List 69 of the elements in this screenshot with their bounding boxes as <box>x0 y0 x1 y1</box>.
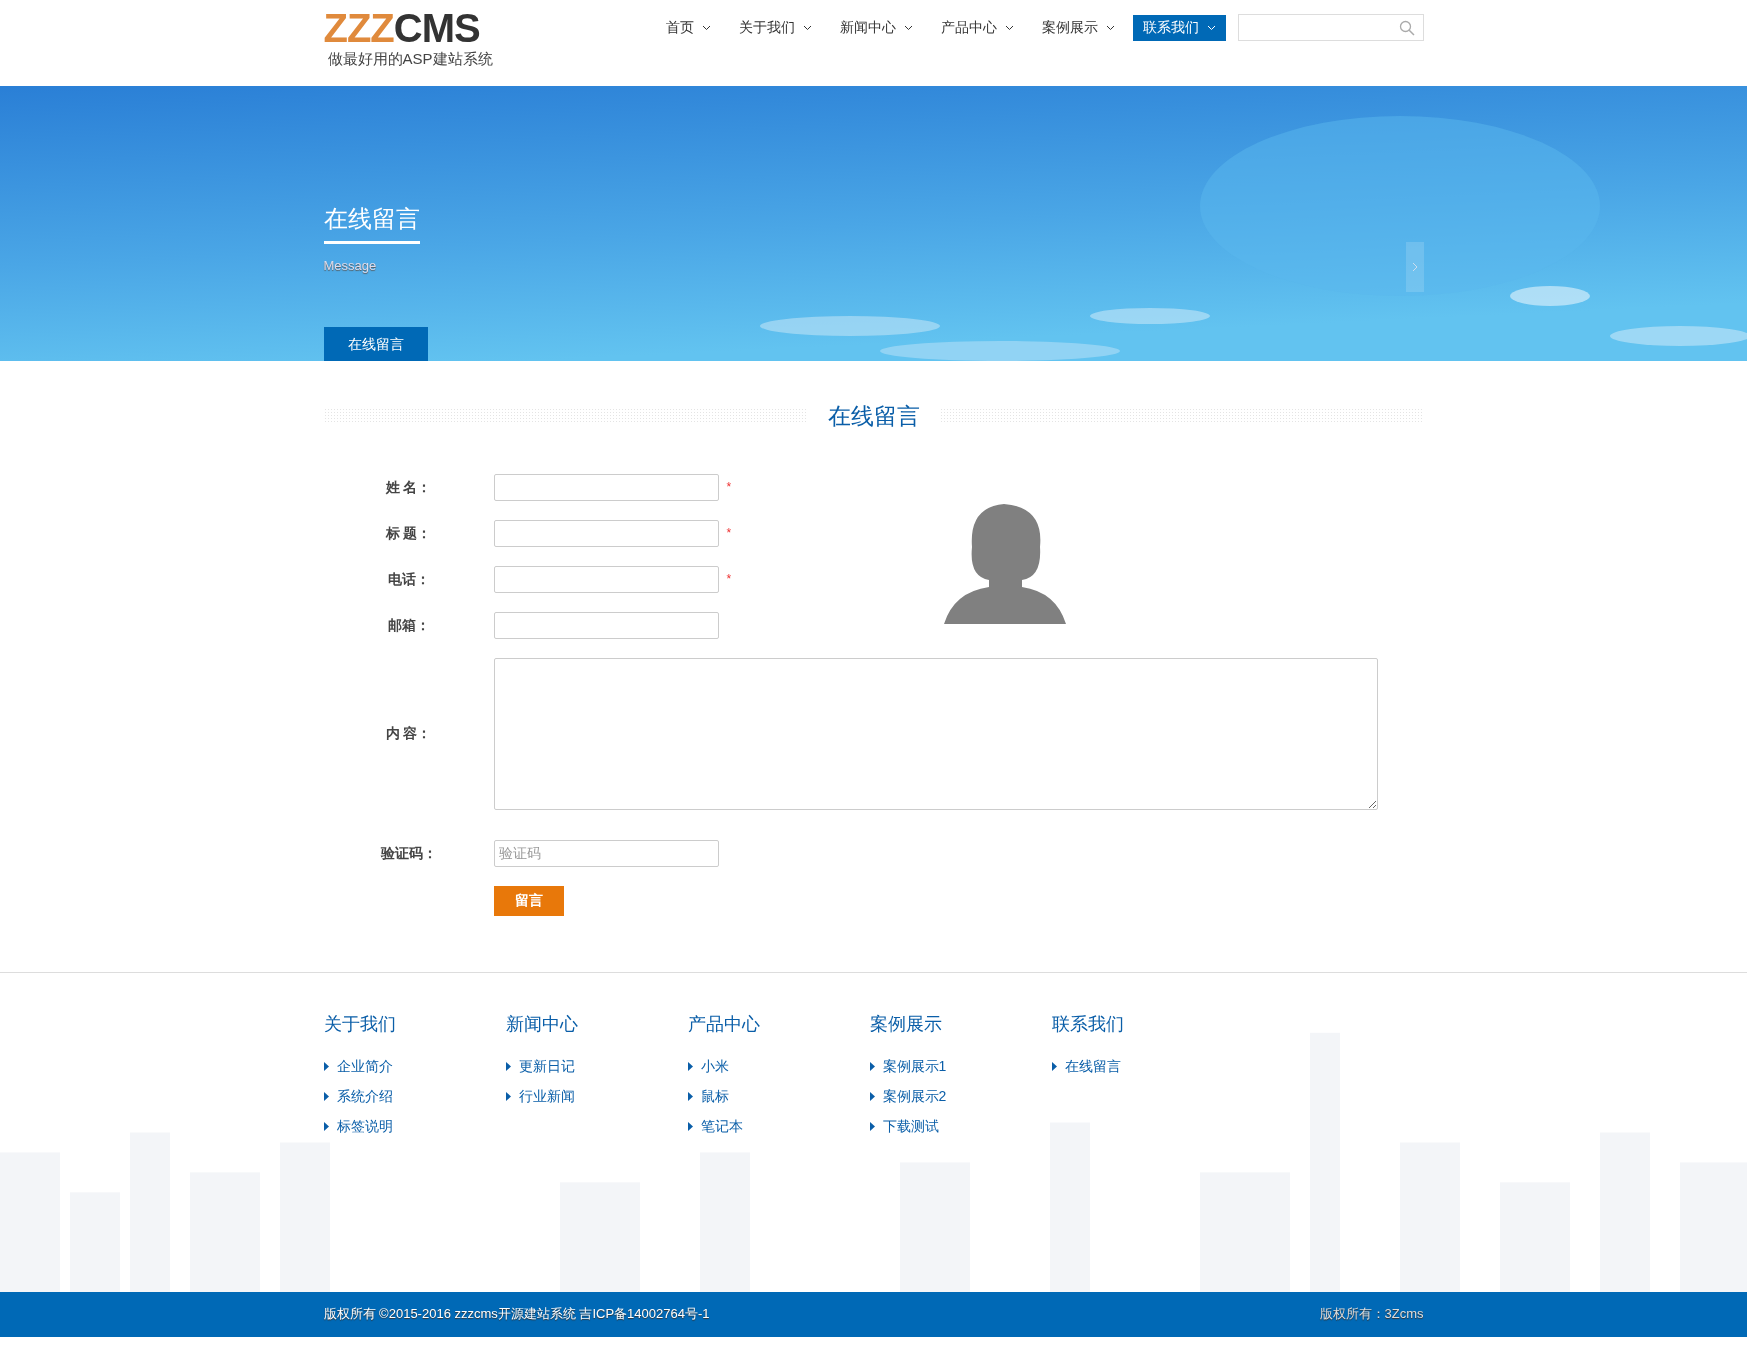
chevron-right-icon[interactable] <box>1411 262 1418 272</box>
footer-link[interactable]: 笔记本 <box>700 1116 743 1137</box>
footer-heading: 关于我们 <box>323 1012 397 1036</box>
footer-heading: 新闻中心 <box>505 1012 579 1036</box>
footer-link[interactable]: 标签说明 <box>336 1116 393 1137</box>
content-field[interactable] <box>493 657 1378 810</box>
field-label: 邮箱： <box>386 615 431 635</box>
caret-right-icon <box>869 1122 875 1131</box>
banner-tab[interactable]: 在线留言 <box>323 327 428 361</box>
input-field[interactable]: 验证码 <box>493 839 719 867</box>
footer-link[interactable]: 更新日记 <box>518 1056 575 1077</box>
logo[interactable]: ZZZCMS <box>323 8 493 48</box>
footer-heading: 联系我们 <box>1051 1012 1125 1036</box>
nav-item[interactable]: 产品中心 <box>930 14 1024 41</box>
field-label: 内 容： <box>384 724 433 743</box>
field-label: 姓 名： <box>384 477 433 497</box>
chevron-down-icon <box>701 24 711 31</box>
banner-title: 在线留言 <box>323 201 420 244</box>
required-mark: * <box>726 525 732 542</box>
footer-link[interactable]: 行业新闻 <box>518 1086 575 1107</box>
section-title: 在线留言 <box>827 402 920 431</box>
caret-right-icon <box>505 1062 511 1071</box>
input-field[interactable] <box>493 565 719 593</box>
caret-right-icon <box>1051 1062 1057 1071</box>
nav-item[interactable]: 首页 <box>655 14 721 41</box>
banner-subtitle: Message <box>323 257 377 275</box>
caret-right-icon <box>323 1092 329 1101</box>
field-label: 电话： <box>386 569 431 589</box>
footer-link[interactable]: 案例展示2 <box>882 1086 947 1107</box>
nav-item[interactable]: 案例展示 <box>1031 14 1125 41</box>
footer-link[interactable]: 系统介绍 <box>336 1086 393 1107</box>
nav-item[interactable]: 联系我们 <box>1132 14 1226 41</box>
caret-right-icon <box>869 1062 875 1071</box>
field-label: 标 题： <box>384 523 433 543</box>
required-mark: * <box>726 479 732 496</box>
caret-right-icon <box>323 1122 329 1131</box>
footer-link[interactable]: 企业简介 <box>336 1056 393 1077</box>
input-field[interactable] <box>493 473 719 501</box>
input-field[interactable] <box>493 519 719 547</box>
caret-right-icon <box>687 1122 693 1131</box>
footer-heading: 产品中心 <box>687 1012 761 1036</box>
caret-right-icon <box>323 1062 329 1071</box>
nav-item[interactable]: 关于我们 <box>728 14 822 41</box>
avatar-icon <box>943 501 1066 624</box>
search-icon[interactable] <box>1398 19 1415 36</box>
footer-link[interactable]: 在线留言 <box>1064 1056 1121 1077</box>
caret-right-icon <box>505 1092 511 1101</box>
field-label: 验证码： <box>379 843 438 863</box>
caret-right-icon <box>687 1062 693 1071</box>
footer-heading: 案例展示 <box>869 1012 943 1036</box>
nav-item[interactable]: 新闻中心 <box>829 14 923 41</box>
slider-next-button[interactable] <box>1405 242 1424 292</box>
footer-link[interactable]: 下载测试 <box>882 1116 939 1137</box>
chevron-down-icon <box>1004 24 1014 31</box>
required-mark: * <box>726 571 732 588</box>
chevron-down-icon <box>802 24 812 31</box>
chevron-down-icon <box>1206 24 1216 31</box>
chevron-down-icon <box>903 24 913 31</box>
copyright-owner: 版权所有：3Zcms <box>1319 1305 1424 1324</box>
input-field[interactable] <box>493 611 719 639</box>
caret-right-icon <box>687 1092 693 1101</box>
search-field[interactable] <box>1237 14 1424 41</box>
footer-link[interactable]: 案例展示1 <box>882 1056 947 1077</box>
chevron-down-icon <box>1105 24 1115 31</box>
footer-link[interactable]: 小米 <box>700 1056 729 1077</box>
footer-link[interactable]: 鼠标 <box>700 1086 729 1107</box>
logo-tagline: 做最好用的ASP建站系统 <box>327 49 493 69</box>
caret-right-icon <box>869 1092 875 1101</box>
copyright-text: 版权所有 ©2015-2016 zzzcms开源建站系统 吉ICP备14002764号-1 <box>323 1305 710 1324</box>
